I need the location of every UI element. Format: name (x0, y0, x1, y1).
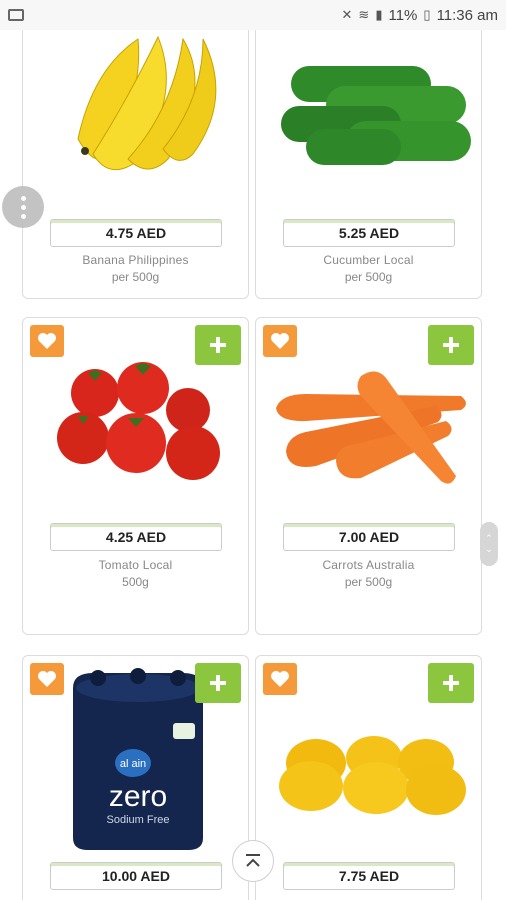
add-to-cart-button[interactable] (195, 325, 241, 365)
cucumber-image (281, 66, 471, 165)
banana-image (77, 35, 217, 171)
dot-icon (20, 213, 26, 219)
wifi-icon: ≋ (358, 7, 370, 22)
product-card-carrots[interactable]: 7.00 AED Carrots Australia per 500g (255, 317, 482, 635)
signal-icon: ▮ (375, 7, 383, 22)
product-card-tomato[interactable]: 4.25 AED Tomato Local 500g (22, 317, 249, 635)
scroll-to-top-button[interactable] (232, 840, 274, 882)
product-unit: per 500g (344, 575, 393, 589)
water-brand: al ain (120, 758, 146, 770)
scroll-top-icon (246, 854, 260, 867)
product-price: 10.00 AED (50, 862, 222, 890)
product-unit: per 500g (344, 270, 393, 284)
tomato-image (57, 362, 220, 480)
product-price: 7.00 AED (283, 523, 455, 551)
heart-icon (38, 333, 56, 349)
lemon-image (279, 736, 466, 815)
mute-icon: ✕ (341, 7, 353, 22)
water-sub: Sodium Free (107, 814, 170, 826)
favorite-button[interactable] (263, 325, 297, 357)
heart-icon (271, 333, 289, 349)
product-card-banana[interactable]: 4.75 AED Banana Philippines per 500g (22, 30, 249, 299)
dot-icon (20, 204, 26, 210)
favorite-button[interactable] (30, 325, 64, 357)
add-to-cart-button[interactable] (428, 663, 474, 703)
product-card-water[interactable]: al ain zero Sodium Free 10.00 AED (22, 655, 249, 900)
water-label: zero (109, 780, 167, 813)
product-price: 5.25 AED (283, 219, 455, 247)
product-price: 7.75 AED (283, 862, 455, 890)
product-name: Carrots Australia (322, 558, 415, 572)
product-card-lemon[interactable]: 7.75 AED (255, 655, 482, 900)
product-unit: 500g (122, 575, 149, 589)
add-to-cart-button[interactable] (428, 325, 474, 365)
product-name: Banana Philippines (82, 253, 189, 267)
product-name: Cucumber Local (323, 253, 414, 267)
heart-icon (271, 671, 289, 687)
favorite-button[interactable] (263, 663, 297, 695)
fast-scroll-handle[interactable]: ⌃ ⌄ (480, 522, 498, 566)
plus-icon (210, 337, 226, 353)
plus-icon (443, 337, 459, 353)
chevron-up-icon: ⌃ (485, 533, 493, 543)
product-price: 4.25 AED (50, 523, 222, 551)
plus-icon (443, 675, 459, 691)
clock: 11:36 am (436, 6, 498, 24)
favorite-button[interactable] (30, 663, 64, 695)
more-options-button[interactable] (2, 186, 44, 228)
status-bar: ✕ ≋ ▮ 11% ▯ 11:36 am (0, 0, 506, 30)
gallery-notification-icon (8, 9, 24, 21)
product-unit: per 500g (111, 270, 160, 284)
chevron-down-icon: ⌄ (485, 544, 493, 554)
carrot-image (276, 371, 466, 484)
product-grid: 4.75 AED Banana Philippines per 500g 5.2… (0, 30, 506, 900)
add-to-cart-button[interactable] (195, 663, 241, 703)
battery-icon: ▯ (423, 7, 431, 22)
product-price: 4.75 AED (50, 219, 222, 247)
product-name: Tomato Local (98, 558, 173, 572)
heart-icon (38, 671, 56, 687)
product-card-cucumber[interactable]: 5.25 AED Cucumber Local per 500g (255, 30, 482, 299)
plus-icon (210, 675, 226, 691)
dot-icon (20, 195, 26, 201)
battery-percent: 11% (388, 6, 418, 24)
